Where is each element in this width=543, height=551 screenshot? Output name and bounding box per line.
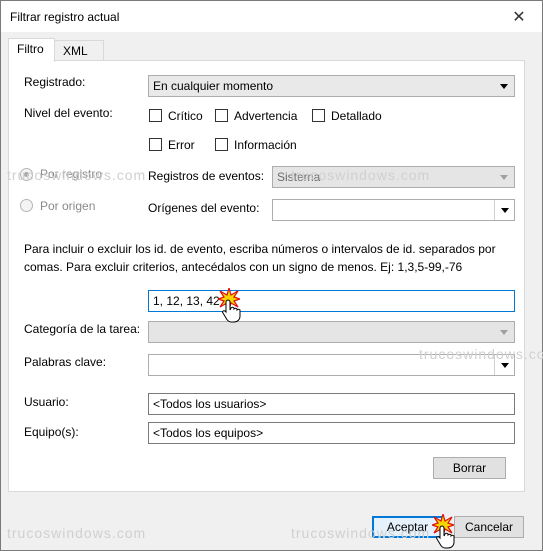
usuario-input[interactable]: <Todos los usuarios>	[148, 393, 515, 415]
origenes-select[interactable]	[272, 199, 515, 221]
registros-label: Registros de eventos:	[148, 169, 265, 183]
advertencia-label: Advertencia	[234, 109, 298, 123]
origenes-label: Orígenes del evento:	[148, 201, 260, 215]
watermark: trucoswindows.com	[7, 525, 147, 541]
informacion-label: Información	[234, 138, 297, 152]
title-bar: Filtrar registro actual ✕	[1, 1, 542, 32]
chevron-down-icon	[494, 200, 514, 220]
filter-panel: Registrado: En cualquier momento Nivel d…	[8, 60, 525, 492]
watermark: trucoswindows.com	[419, 346, 543, 362]
event-ids-value: 1, 12, 13, 42	[153, 294, 220, 308]
close-icon: ✕	[512, 8, 526, 26]
window-title: Filtrar registro actual	[10, 10, 120, 24]
tab-filtro[interactable]: Filtro	[8, 38, 55, 62]
close-button[interactable]: ✕	[496, 1, 542, 32]
hand-cursor-icon	[436, 525, 455, 549]
registrado-select[interactable]: En cualquier momento	[148, 75, 515, 97]
watermark: trucoswindows.com	[291, 167, 431, 183]
chevron-down-icon	[494, 167, 514, 187]
watermark: trucoswindows.com	[7, 167, 147, 183]
palabras-label: Palabras clave:	[24, 355, 107, 369]
tab-xml-label: XML	[63, 44, 88, 58]
cancelar-button[interactable]: Cancelar	[454, 516, 524, 538]
equipo-value: <Todos los equipos>	[153, 426, 264, 440]
critico-label: Crítico	[168, 109, 203, 123]
chevron-down-icon	[494, 322, 514, 342]
borrar-label: Borrar	[452, 461, 487, 475]
error-label: Error	[168, 138, 195, 152]
critico-checkbox[interactable]	[149, 109, 162, 122]
borrar-button[interactable]: Borrar	[433, 457, 506, 479]
error-checkbox[interactable]	[149, 138, 162, 151]
registrado-value: En cualquier momento	[153, 79, 274, 93]
usuario-label: Usuario:	[24, 395, 69, 409]
hand-cursor-icon	[222, 299, 241, 323]
cancelar-label: Cancelar	[464, 520, 514, 534]
filter-dialog: Filtrar registro actual ✕ Filtro XML Reg…	[0, 0, 543, 551]
por-origen-label: Por origen	[40, 199, 96, 213]
equipo-label: Equipo(s):	[24, 425, 79, 439]
por-origen-radio[interactable]	[20, 199, 33, 212]
informacion-checkbox[interactable]	[215, 138, 228, 151]
nivel-label: Nivel del evento:	[24, 106, 113, 120]
registrado-label: Registrado:	[24, 75, 86, 89]
detallado-label: Detallado	[331, 109, 382, 123]
chevron-down-icon	[494, 76, 514, 96]
detallado-checkbox[interactable]	[312, 109, 325, 122]
categoria-select[interactable]	[148, 321, 515, 343]
tab-filtro-label: Filtro	[17, 42, 44, 56]
tab-xml[interactable]: XML	[54, 40, 104, 61]
usuario-value: <Todos los usuarios>	[153, 397, 267, 411]
event-id-instructions: Para incluir o excluir los id. de evento…	[24, 242, 496, 274]
equipo-input[interactable]: <Todos los equipos>	[148, 422, 515, 444]
event-ids-input[interactable]: 1, 12, 13, 42	[148, 290, 515, 312]
categoria-label: Categoría de la tarea:	[24, 322, 141, 336]
advertencia-checkbox[interactable]	[215, 109, 228, 122]
watermark: trucoswindows.com	[291, 525, 431, 541]
